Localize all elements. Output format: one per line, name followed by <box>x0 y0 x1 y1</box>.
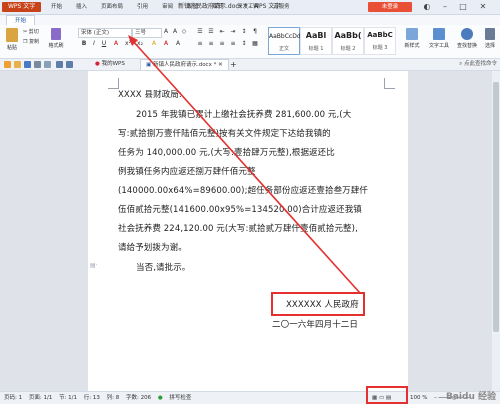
annotation-arrow <box>128 35 361 294</box>
